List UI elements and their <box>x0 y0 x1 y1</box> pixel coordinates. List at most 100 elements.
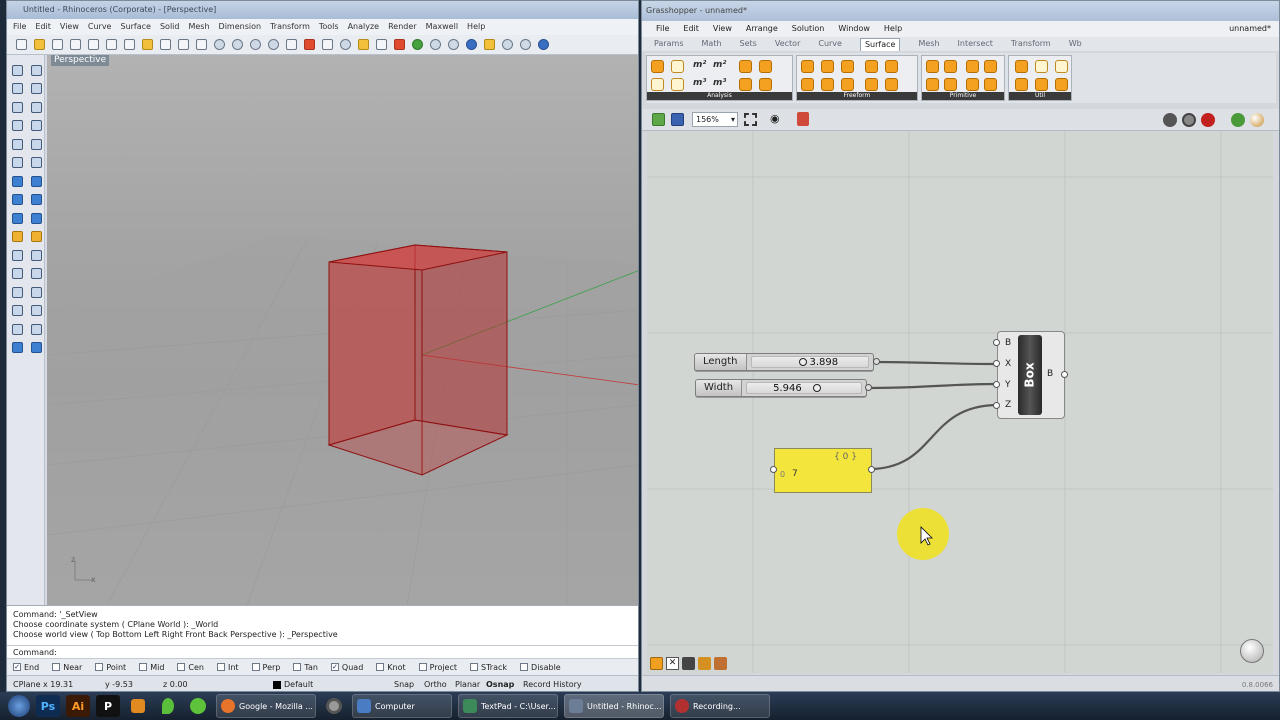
save-file-icon[interactable] <box>671 113 684 126</box>
menu-render[interactable]: Render <box>388 19 416 35</box>
viewport-title[interactable]: Perspective <box>51 55 110 66</box>
toggle-snap[interactable]: Snap <box>394 680 424 689</box>
checkbox[interactable] <box>376 663 385 671</box>
blend-icon[interactable] <box>27 154 46 173</box>
rotate-icon[interactable] <box>8 302 27 321</box>
move-view-icon[interactable] <box>193 37 209 53</box>
gh-document-name[interactable]: unnamed* <box>1229 21 1271 37</box>
point-icon[interactable] <box>27 61 46 80</box>
task-textpad[interactable]: TextPad - C:\User... <box>458 694 558 718</box>
divide-domain-icon[interactable] <box>1055 60 1068 73</box>
open-file-icon[interactable] <box>652 113 665 126</box>
boundary-surface-icon[interactable] <box>801 78 814 91</box>
sum-surface-icon[interactable] <box>841 78 854 91</box>
gh-menu-window[interactable]: Window <box>838 21 870 37</box>
save-icon[interactable] <box>49 37 65 53</box>
tab-math[interactable]: Math <box>702 37 722 51</box>
box-port-b[interactable] <box>993 339 1000 346</box>
offset-icon[interactable] <box>8 154 27 173</box>
box-port-y[interactable] <box>993 381 1000 388</box>
osnap-strack[interactable]: STrack <box>470 663 507 672</box>
preview-eye-icon[interactable]: ◉ <box>770 112 780 125</box>
osnap-point[interactable]: Point <box>95 663 126 672</box>
sphere-wire-icon[interactable] <box>463 37 479 53</box>
osnap-end[interactable]: ✓ End <box>13 663 39 672</box>
box-solid-icon[interactable] <box>8 191 27 210</box>
light-icon[interactable] <box>27 228 46 247</box>
menu-analyze[interactable]: Analyze <box>348 19 380 35</box>
menu-tools[interactable]: Tools <box>319 19 339 35</box>
osnap-tan[interactable]: Tan <box>293 663 318 672</box>
osnap-quad[interactable]: ✓ Quad <box>330 663 363 672</box>
toggle-record-history[interactable]: Record History <box>523 680 593 689</box>
rail-revolution-icon[interactable] <box>865 60 878 73</box>
checkbox[interactable]: ✓ <box>13 663 21 671</box>
osnap-disable[interactable]: Disable <box>520 663 561 672</box>
surface-icon[interactable] <box>8 172 27 191</box>
point-in-brep-icon[interactable] <box>759 78 772 91</box>
dimension-icon[interactable] <box>8 320 27 339</box>
analyze-icon[interactable] <box>8 339 27 358</box>
checkbox[interactable] <box>52 663 61 671</box>
grid-icon[interactable] <box>319 37 335 53</box>
light-bulb-icon[interactable] <box>355 37 371 53</box>
menu-edit[interactable]: Edit <box>35 19 51 35</box>
gh-menu-file[interactable]: File <box>656 21 669 37</box>
box-component[interactable]: B X Y Z Box B <box>997 331 1065 419</box>
copy-object-icon[interactable] <box>27 283 46 302</box>
checkbox[interactable] <box>139 663 148 671</box>
preview-selected-icon[interactable] <box>1201 113 1215 127</box>
analysis-icon[interactable] <box>651 60 664 73</box>
task-computer[interactable]: Computer <box>352 694 452 718</box>
sphere-icon[interactable] <box>984 60 997 73</box>
join-icon[interactable] <box>8 265 27 284</box>
menu-maxwell[interactable]: Maxwell <box>426 19 458 35</box>
preview-wire-icon[interactable] <box>1163 113 1177 127</box>
paste-icon[interactable] <box>139 37 155 53</box>
panel-output-port[interactable] <box>868 466 875 473</box>
draw-icon[interactable] <box>682 657 695 670</box>
taskbar-photoshop[interactable]: Ps <box>36 695 60 717</box>
tab-intersect[interactable]: Intersect <box>958 37 993 51</box>
task-rhino[interactable]: Untitled - Rhinoc... <box>564 694 664 718</box>
scale-icon[interactable] <box>27 302 46 321</box>
explode-icon[interactable] <box>27 265 46 284</box>
cap-holes-icon[interactable] <box>1035 60 1048 73</box>
toggle-ortho[interactable]: Ortho <box>424 680 455 689</box>
box-primitive-icon[interactable] <box>926 60 939 73</box>
edge-surface-icon[interactable] <box>821 78 834 91</box>
osnap-project[interactable]: Project <box>418 663 457 672</box>
box-output-b[interactable]: B <box>1047 369 1053 379</box>
extrude-icon[interactable] <box>801 60 814 73</box>
isotrim-icon[interactable] <box>1035 78 1048 91</box>
volume-icon[interactable]: m³ <box>693 77 706 90</box>
checkbox[interactable] <box>470 663 479 671</box>
area-moments-icon[interactable]: m² <box>713 59 726 72</box>
curve-icon[interactable] <box>27 80 46 99</box>
fillet-icon[interactable] <box>27 135 46 154</box>
checkbox[interactable]: ✓ <box>330 663 339 671</box>
start-button[interactable] <box>8 695 30 717</box>
surface-closest-icon[interactable] <box>759 60 772 73</box>
tab-params[interactable]: Params <box>654 37 684 51</box>
checkbox[interactable] <box>216 663 225 671</box>
mesh-icon[interactable] <box>8 228 27 247</box>
menu-solid[interactable]: Solid <box>160 19 180 35</box>
osnap-knot[interactable]: Knot <box>376 663 406 672</box>
help-icon[interactable] <box>535 37 551 53</box>
print-icon[interactable] <box>67 37 83 53</box>
menu-curve[interactable]: Curve <box>88 19 112 35</box>
osnap-perp[interactable]: Perp <box>251 663 280 672</box>
cylinder-icon[interactable] <box>966 78 979 91</box>
tab-transform[interactable]: Transform <box>1011 37 1051 51</box>
render-object-icon[interactable] <box>27 339 46 358</box>
tab-vector[interactable]: Vector <box>775 37 801 51</box>
tab-wb[interactable]: Wb <box>1069 37 1082 51</box>
toggle-osnap[interactable]: Osnap <box>486 680 523 689</box>
menu-mesh[interactable]: Mesh <box>188 19 209 35</box>
area-icon[interactable]: m² <box>693 59 706 72</box>
copy-icon[interactable] <box>121 37 137 53</box>
box-input-b[interactable]: B <box>1005 338 1011 348</box>
rectangle-icon[interactable] <box>27 117 46 136</box>
settings-wheel-icon[interactable] <box>322 695 346 717</box>
